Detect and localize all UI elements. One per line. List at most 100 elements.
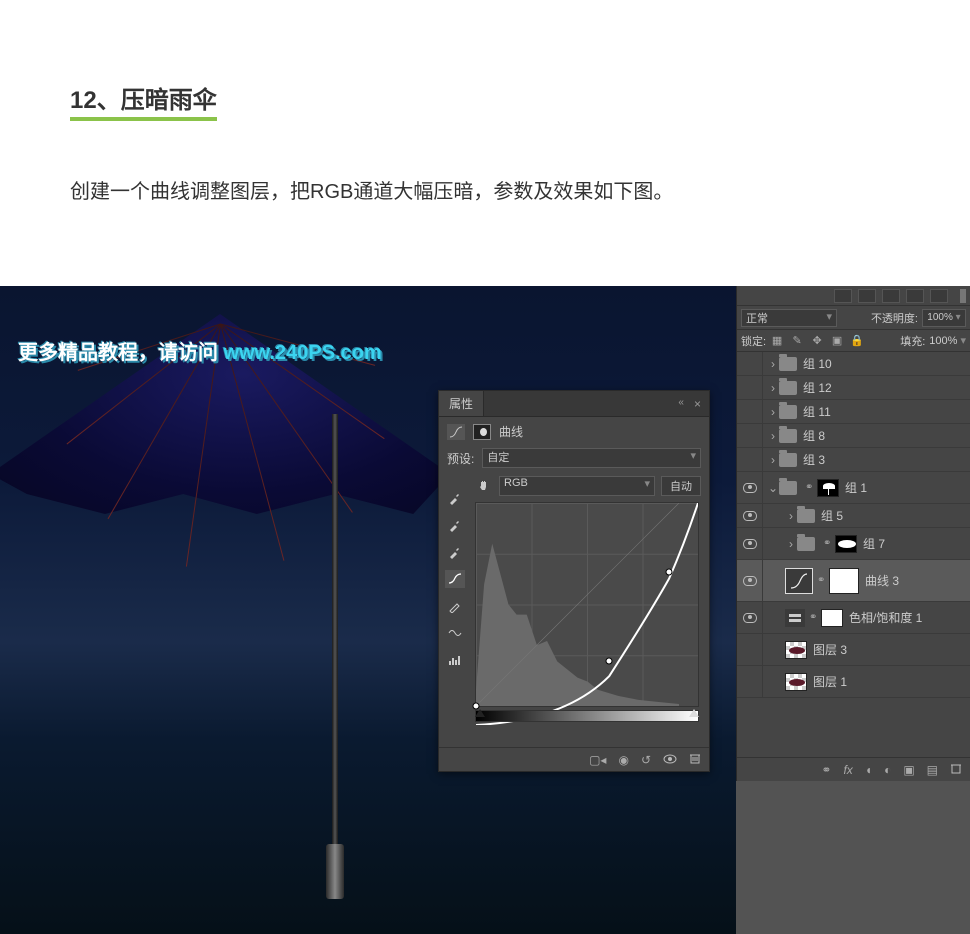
fill-label: 填充:	[900, 333, 925, 349]
lock-artboard-icon[interactable]: ▣	[830, 334, 844, 348]
layer-row-pixel[interactable]: 图层 3	[737, 634, 970, 666]
eye-icon[interactable]	[743, 613, 757, 623]
preset-select[interactable]: 自定 ▾	[482, 448, 701, 468]
layer-name[interactable]: 色相/饱和度 1	[849, 609, 964, 626]
chevron-right-icon[interactable]: ›	[767, 429, 779, 443]
eye-icon[interactable]	[743, 483, 757, 493]
layer-fx-icon[interactable]: fx	[843, 763, 852, 777]
delete-adjustment-icon[interactable]	[689, 752, 701, 767]
layer-filter-row	[737, 286, 970, 306]
curve-point-mid[interactable]	[606, 658, 613, 665]
group-mask-thumbnail[interactable]	[835, 535, 857, 553]
layer-name[interactable]: 组 1	[845, 479, 964, 496]
auto-button[interactable]: 自动	[661, 476, 701, 496]
lock-position-icon[interactable]: ✥	[810, 334, 824, 348]
properties-panel: 属性 « × 曲线 预设: 自定 ▾ RGB ▾	[438, 390, 710, 772]
close-icon[interactable]: ×	[690, 397, 705, 411]
fill-value[interactable]: 100% ▾	[929, 334, 966, 347]
step-title: 12、压暗雨伞	[70, 80, 217, 121]
filter-adjust-icon[interactable]	[858, 289, 876, 303]
properties-tab[interactable]: 属性	[439, 391, 484, 416]
eyedropper-white-icon[interactable]	[445, 543, 465, 561]
layer-tree[interactable]: › 组 10 › 组 12 › 组 11 › 组 8 ›	[737, 352, 970, 730]
eye-icon[interactable]	[743, 539, 757, 549]
curves-chart[interactable]	[475, 502, 699, 707]
clip-to-layer-icon[interactable]: ▢◂	[589, 753, 606, 767]
chevron-down-icon[interactable]: ⌄	[767, 481, 779, 495]
layer-name[interactable]: 组 11	[803, 403, 964, 420]
toggle-visibility-icon[interactable]	[663, 753, 677, 767]
filter-type-icon[interactable]	[882, 289, 900, 303]
filter-toggle[interactable]	[960, 289, 966, 303]
lock-transparent-icon[interactable]: ▦	[770, 334, 784, 348]
opacity-value[interactable]: 100% ▾	[922, 309, 966, 327]
layer-name[interactable]: 图层 3	[813, 641, 964, 658]
layer-row-group[interactable]: › 组 12	[737, 376, 970, 400]
layer-row-group[interactable]: › 组 8	[737, 424, 970, 448]
layer-thumbnail[interactable]	[785, 641, 807, 659]
layer-row-group-mask[interactable]: › ⚭ 组 7	[737, 528, 970, 560]
curve-point-high[interactable]	[666, 569, 673, 576]
layer-name[interactable]: 图层 1	[813, 673, 964, 690]
layer-name[interactable]: 组 12	[803, 379, 964, 396]
chevron-right-icon[interactable]: ›	[767, 381, 779, 395]
histogram-toggle-icon[interactable]	[445, 651, 465, 669]
filter-shape-icon[interactable]	[906, 289, 924, 303]
lock-label: 锁定:	[741, 333, 766, 349]
channel-select[interactable]: RGB ▾	[499, 476, 655, 496]
input-slider[interactable]	[475, 710, 699, 722]
add-mask-icon[interactable]: ◖	[865, 763, 872, 777]
chevron-right-icon[interactable]: ›	[785, 509, 797, 523]
eye-icon[interactable]	[743, 511, 757, 521]
delete-layer-icon[interactable]	[950, 762, 962, 777]
chevron-right-icon[interactable]: ›	[785, 537, 797, 551]
layer-name[interactable]: 组 8	[803, 427, 964, 444]
layer-row-adjustment[interactable]: ⚭ 色相/饱和度 1	[737, 602, 970, 634]
smooth-tool-icon[interactable]	[445, 624, 465, 642]
eyedropper-black-icon[interactable]	[445, 489, 465, 507]
eye-icon[interactable]	[743, 576, 757, 586]
collapse-icon[interactable]: «	[678, 397, 684, 411]
layer-name[interactable]: 组 7	[863, 535, 964, 552]
link-layers-icon[interactable]: ⚭	[821, 763, 831, 777]
layer-mask-thumbnail[interactable]	[829, 568, 859, 594]
chevron-right-icon[interactable]: ›	[767, 357, 779, 371]
chevron-right-icon[interactable]: ›	[767, 453, 779, 467]
layer-name[interactable]: 组 5	[821, 507, 964, 524]
layer-row-group[interactable]: › 组 11	[737, 400, 970, 424]
watermark-link[interactable]: www.240PS.com	[224, 342, 382, 364]
white-point-slider[interactable]	[689, 709, 699, 717]
layer-thumbnail[interactable]	[785, 673, 807, 691]
layer-row-adjustment-selected[interactable]: ⚭ 曲线 3	[737, 560, 970, 602]
filter-smart-icon[interactable]	[930, 289, 948, 303]
group-mask-thumbnail[interactable]	[817, 479, 839, 497]
lock-paint-icon[interactable]: ✎	[790, 334, 804, 348]
layer-row-pixel[interactable]: 图层 1	[737, 666, 970, 698]
layer-row-group[interactable]: › 组 3	[737, 448, 970, 472]
layer-row-group[interactable]: › 组 10	[737, 352, 970, 376]
filter-pixel-icon[interactable]	[834, 289, 852, 303]
curve-point-tool-icon[interactable]	[445, 570, 465, 588]
layer-row-group[interactable]: › 组 5	[737, 504, 970, 528]
new-layer-icon[interactable]: ▤	[927, 763, 938, 777]
curve-tools	[445, 489, 467, 669]
layers-footer: ⚭ fx ◖ ◐ ▣ ▤	[737, 757, 970, 781]
layer-mask-thumbnail[interactable]	[821, 609, 843, 627]
view-previous-icon[interactable]: ◉	[618, 753, 628, 767]
layer-name[interactable]: 组 10	[803, 355, 964, 372]
blend-mode-select[interactable]: 正常 ▾	[741, 309, 837, 327]
layer-name[interactable]: 组 3	[803, 451, 964, 468]
new-group-icon[interactable]: ▣	[903, 763, 914, 777]
pencil-tool-icon[interactable]	[445, 597, 465, 615]
new-adjustment-icon[interactable]: ◐	[884, 763, 891, 777]
eyedropper-gray-icon[interactable]	[445, 516, 465, 534]
layer-name[interactable]: 曲线 3	[865, 572, 964, 589]
layer-row-group-open[interactable]: ⌄ ⚭ 组 1	[737, 472, 970, 504]
hand-tool-icon[interactable]	[475, 477, 493, 495]
lock-all-icon[interactable]: 🔒	[850, 334, 864, 348]
adjustment-label: 曲线	[499, 423, 523, 440]
chevron-right-icon[interactable]: ›	[767, 405, 779, 419]
channel-row: RGB ▾ 自动	[475, 476, 701, 496]
black-point-slider[interactable]	[475, 709, 485, 717]
reset-icon[interactable]: ↺	[641, 753, 651, 767]
